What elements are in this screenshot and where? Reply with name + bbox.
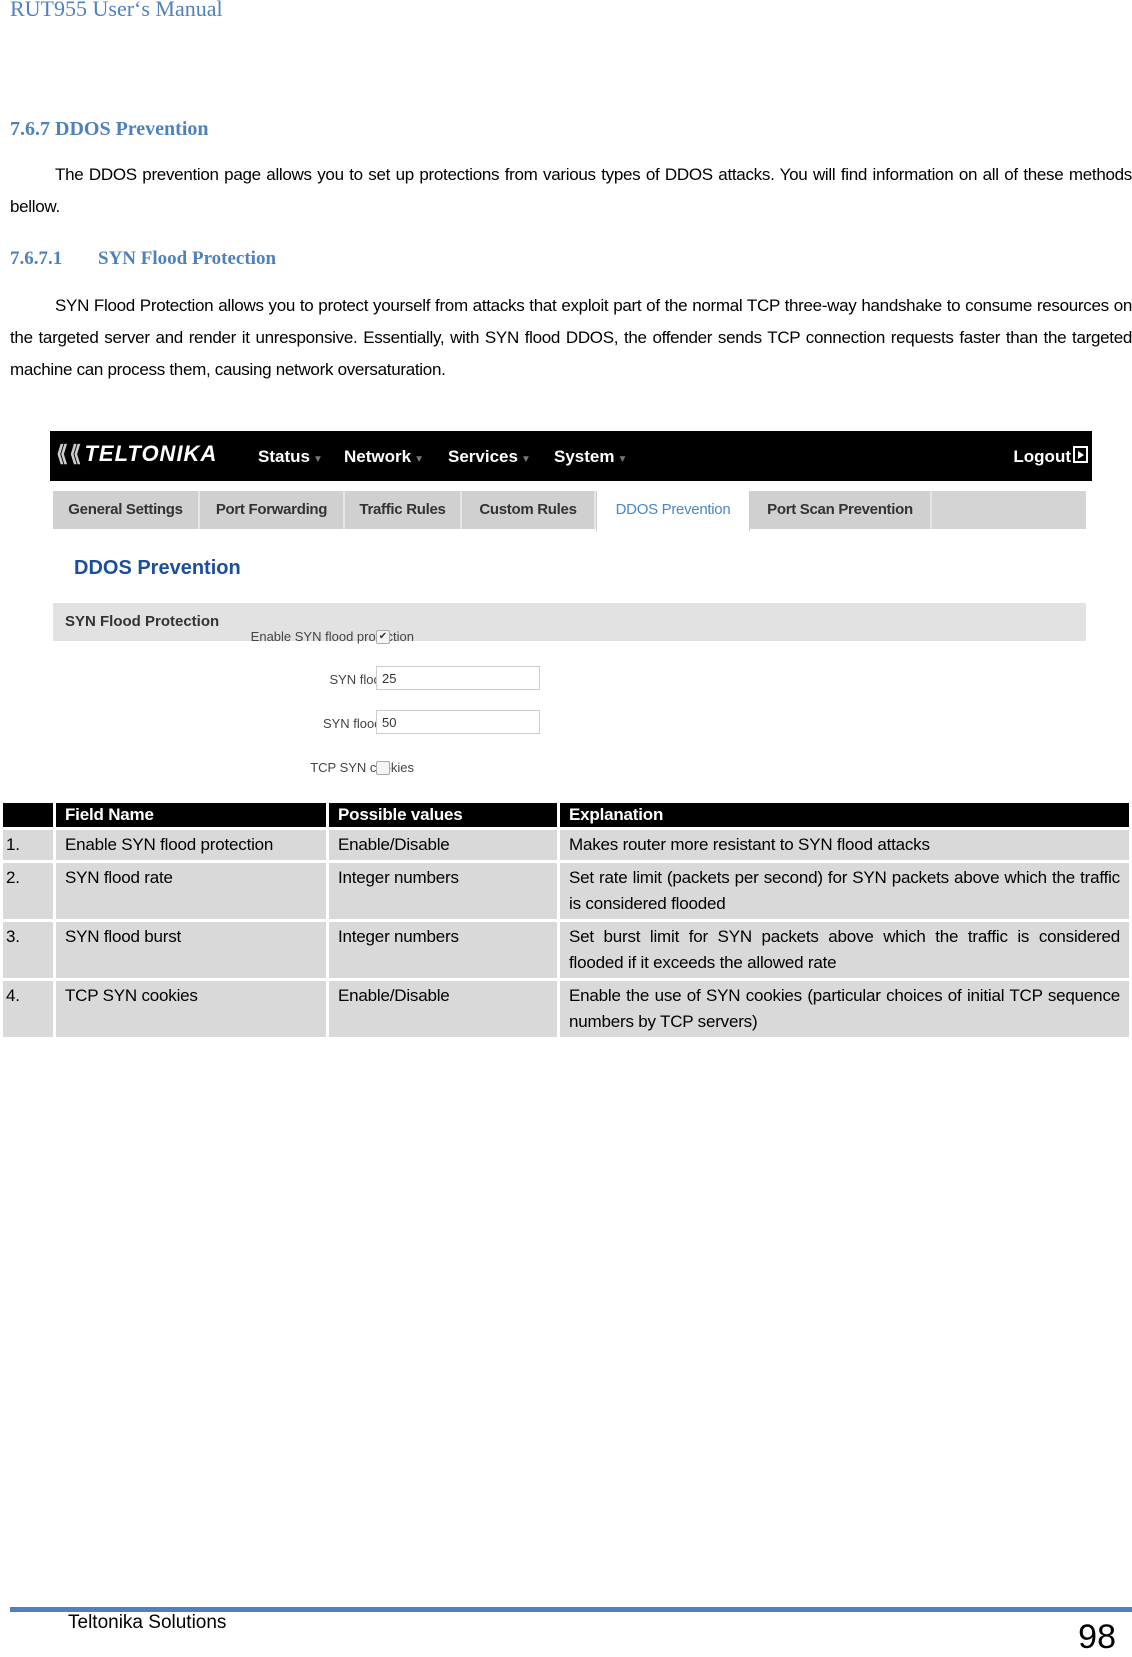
tcp-syn-cookies-checkbox[interactable] (376, 761, 390, 775)
nav-services[interactable]: Services ▼ (448, 447, 531, 467)
nav-system[interactable]: System ▼ (554, 447, 627, 467)
table-row: 4. TCP SYN cookies Enable/Disable Enable… (3, 981, 1129, 1037)
row-explanation: Makes router more resistant to SYN flood… (560, 830, 1129, 860)
table-header-row: Field Name Possible values Explanation (3, 803, 1129, 827)
table-row: 1. Enable SYN flood protection Enable/Di… (3, 830, 1129, 860)
tcp-syn-cookies-label: TCP SYN cookies (310, 760, 414, 775)
top-navbar: ⟪⟪TELTONIKA Status ▼ Network ▼ Services ▼ S… (50, 431, 1092, 481)
row-possible-values: Enable/Disable (329, 981, 557, 1037)
intro-text: The DDOS prevention page allows you to s… (10, 165, 1132, 216)
tab-bar: General Settings Port Forwarding Traffic… (53, 491, 1086, 531)
subsection-heading: 7.6.7.1 SYN Flood Protection (10, 248, 276, 270)
table-row: 2. SYN flood rate Integer numbers Set ra… (3, 863, 1129, 919)
nav-network[interactable]: Network ▼ (344, 447, 424, 467)
footer-company: Teltonika Solutions (68, 1612, 227, 1633)
tab-port-forwarding[interactable]: Port Forwarding (200, 491, 345, 529)
subsection-title: SYN Flood Protection (98, 248, 277, 269)
row-field-name: SYN flood burst (56, 922, 326, 978)
row-explanation: Set rate limit (packets per second) for … (560, 863, 1129, 919)
table-row: 3. SYN flood burst Integer numbers Set b… (3, 922, 1129, 978)
running-header: RUT955 User‘s Manual (10, 0, 223, 21)
row-index: 3. (3, 922, 53, 978)
syn-flood-burst-input[interactable] (376, 710, 540, 734)
row-field-name: SYN flood rate (56, 863, 326, 919)
logout-button[interactable]: Logout (1013, 446, 1088, 467)
caret-down-icon: ▼ (312, 454, 323, 465)
row-possible-values: Integer numbers (329, 922, 557, 978)
section-header-bar: SYN Flood Protection (53, 603, 1086, 641)
row-field-name: Enable SYN flood protection (56, 830, 326, 860)
col-header-index (3, 803, 53, 827)
row-index: 4. (3, 981, 53, 1037)
col-header-field-name: Field Name (56, 803, 326, 827)
subsection-paragraph: SYN Flood Protection allows you to prote… (10, 290, 1132, 386)
teltonika-logo: ⟪⟪TELTONIKA (56, 441, 218, 466)
router-ui-screenshot: ⟪⟪TELTONIKA Status ▼ Network ▼ Services ▼ S… (50, 431, 1092, 829)
page-title: DDOS Prevention (74, 557, 241, 579)
row-possible-values: Integer numbers (329, 863, 557, 919)
tab-traffic-rules[interactable]: Traffic Rules (345, 491, 462, 529)
section-header-title: SYN Flood Protection (65, 613, 220, 630)
row-explanation: Enable the use of SYN cookies (particula… (560, 981, 1129, 1037)
logo-chevron-icon: ⟪⟪ (56, 441, 83, 466)
fields-table: Field Name Possible values Explanation 1… (0, 800, 1132, 1040)
enable-syn-flood-checkbox[interactable]: ✔ (376, 630, 390, 644)
subsection-number: 7.6.7.1 (10, 248, 63, 269)
caret-down-icon: ▼ (414, 454, 424, 465)
tab-custom-rules[interactable]: Custom Rules (462, 491, 596, 529)
caret-down-icon: ▼ (617, 454, 628, 465)
tab-port-scan-prevention[interactable]: Port Scan Prevention (750, 491, 932, 529)
logout-icon (1073, 446, 1088, 463)
syn-flood-rate-input[interactable] (376, 666, 540, 690)
section-heading: 7.6.7 DDOS Prevention (10, 118, 209, 141)
checkmark-icon: ✔ (378, 631, 388, 642)
row-field-name: TCP SYN cookies (56, 981, 326, 1037)
row-index: 2. (3, 863, 53, 919)
intro-paragraph: The DDOS prevention page allows you to s… (10, 159, 1132, 223)
caret-down-icon: ▼ (520, 454, 531, 465)
row-index: 1. (3, 830, 53, 860)
col-header-explanation: Explanation (560, 803, 1129, 827)
subsection-text: SYN Flood Protection allows you to prote… (10, 296, 1132, 379)
nav-status[interactable]: Status ▼ (258, 447, 323, 467)
section-number: 7.6.7 (10, 118, 50, 140)
tab-general-settings[interactable]: General Settings (53, 491, 200, 529)
page-number: 98 (1078, 1618, 1116, 1656)
section-title: DDOS Prevention (55, 118, 209, 140)
col-header-possible-values: Possible values (329, 803, 557, 827)
tab-ddos-prevention[interactable]: DDOS Prevention (596, 491, 750, 531)
row-explanation: Set burst limit for SYN packets above wh… (560, 922, 1129, 978)
row-possible-values: Enable/Disable (329, 830, 557, 860)
